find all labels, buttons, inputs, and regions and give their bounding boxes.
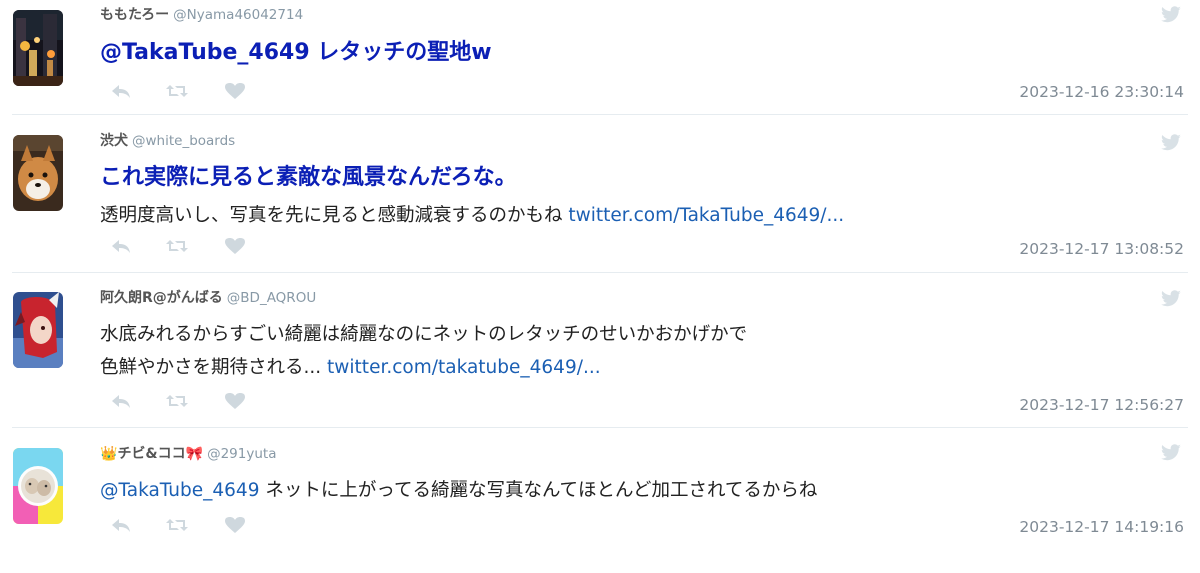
tweet-item[interactable]: 👑チビ&ココ🎀 @291yuta @TakaTube_4649 ネットに上がってる… xyxy=(0,428,1200,573)
avatar[interactable] xyxy=(13,448,63,524)
user-handle[interactable]: @Nyama46042714 xyxy=(173,7,303,23)
heart-icon[interactable] xyxy=(222,514,248,536)
avatar[interactable] xyxy=(13,292,63,368)
twitter-bird-icon[interactable] xyxy=(1160,290,1182,308)
tweet-heading: @TakaTube_4649 レタッチの聖地w xyxy=(100,40,492,65)
tweet-text-content: 色鮮やかさを期待される... xyxy=(100,357,328,378)
user-name[interactable]: 阿久朗R@がんばる xyxy=(100,290,223,306)
user-name[interactable]: チビ&ココ xyxy=(117,446,185,462)
reply-icon[interactable] xyxy=(108,80,134,102)
ribbon-icon: 🎀 xyxy=(185,446,204,462)
heart-icon[interactable] xyxy=(222,390,248,412)
avatar[interactable] xyxy=(13,135,63,211)
reply-icon[interactable] xyxy=(108,235,134,257)
tweet-text-content: 透明度高いし、写真を先に見ると感動減衰するのかもね xyxy=(100,205,569,226)
heart-icon[interactable] xyxy=(222,80,248,102)
user-handle[interactable]: @white_boards xyxy=(132,133,235,149)
tweet-item[interactable]: ももたろー @Nyama46042714 @TakaTube_4649 レタッチの… xyxy=(0,0,1200,115)
twitter-bird-icon[interactable] xyxy=(1160,134,1182,152)
timestamp[interactable]: 2023-12-17 12:56:27 xyxy=(1019,396,1184,414)
retweet-icon[interactable] xyxy=(164,390,190,412)
tweet-text: 水底みれるからすごい綺麗は綺麗なのにネットのレタッチのせいかおかげかで xyxy=(100,324,748,345)
retweet-icon[interactable] xyxy=(164,80,190,102)
tweet-feed: ももたろー @Nyama46042714 @TakaTube_4649 レタッチの… xyxy=(0,0,1200,573)
timestamp[interactable]: 2023-12-17 14:19:16 xyxy=(1019,518,1184,536)
tweet-mention[interactable]: @TakaTube_4649 xyxy=(100,480,259,501)
user-handle[interactable]: @291yuta xyxy=(207,446,276,462)
tweet-heading: これ実際に見ると素敵な風景なんだろな。 xyxy=(100,165,517,190)
crown-icon: 👑 xyxy=(100,446,118,462)
timestamp[interactable]: 2023-12-16 23:30:14 xyxy=(1019,83,1184,101)
timestamp[interactable]: 2023-12-17 13:08:52 xyxy=(1019,240,1184,258)
tweet-link[interactable]: twitter.com/takatube_4649/... xyxy=(327,357,601,378)
user-handle[interactable]: @BD_AQROU xyxy=(227,290,316,306)
user-name[interactable]: 渋犬 xyxy=(100,133,128,149)
reply-icon[interactable] xyxy=(108,390,134,412)
twitter-bird-icon[interactable] xyxy=(1160,444,1182,462)
heart-icon[interactable] xyxy=(222,235,248,257)
tweet-text: 透明度高いし、写真を先に見ると感動減衰するのかもね twitter.com/Ta… xyxy=(100,203,1140,229)
tweet-text-content: ネットに上がってる綺麗な写真なんてほとんど加工されてるからね xyxy=(259,480,818,501)
retweet-icon[interactable] xyxy=(164,235,190,257)
retweet-icon[interactable] xyxy=(164,514,190,536)
reply-icon[interactable] xyxy=(108,514,134,536)
tweet-text: @TakaTube_4649 ネットに上がってる綺麗な写真なんてほとんど加工され… xyxy=(100,478,1140,504)
twitter-bird-icon[interactable] xyxy=(1160,6,1182,24)
tweet-link[interactable]: twitter.com/TakaTube_4649/... xyxy=(568,205,844,226)
tweet-item[interactable]: 渋犬 @white_boards これ実際に見ると素敵な風景なんだろな。 透明度高… xyxy=(0,115,1200,273)
avatar[interactable] xyxy=(13,10,63,86)
tweet-item[interactable]: 阿久朗R@がんばる @BD_AQROU 水底みれるからすごい綺麗は綺麗なのにネット… xyxy=(0,272,1200,428)
tweet-text-line2: 色鮮やかさを期待される... twitter.com/takatube_4649… xyxy=(100,355,1140,381)
user-name[interactable]: ももたろー xyxy=(100,7,169,23)
